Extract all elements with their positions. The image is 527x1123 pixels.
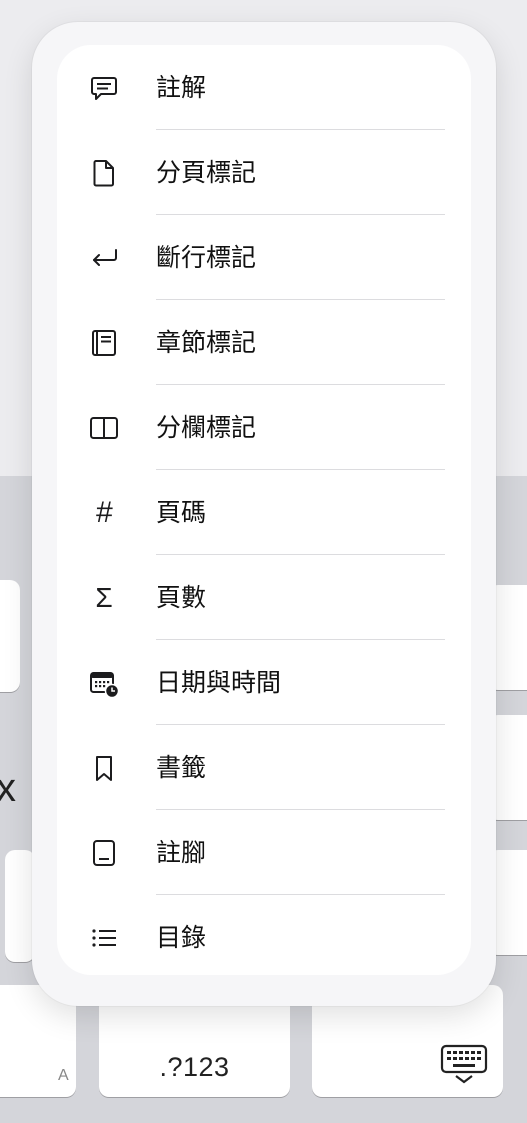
hash-icon: # xyxy=(95,496,113,529)
menu-item-line-break[interactable]: 斷行標記 xyxy=(57,215,471,300)
menu-item-page-number[interactable]: # 頁碼 xyxy=(57,470,471,555)
keyboard-key-char: x xyxy=(0,766,16,810)
footnote-icon xyxy=(89,838,119,868)
menu-item-table-of-contents[interactable]: 目錄 xyxy=(57,895,471,975)
menu-item-column-break[interactable]: 分欄標記 xyxy=(57,385,471,470)
menu-item-label: 頁碼 xyxy=(156,499,207,527)
keyboard-key-hint: A xyxy=(58,1067,69,1084)
menu-item-label: 目錄 xyxy=(156,924,207,952)
sigma-icon: Σ xyxy=(95,582,113,613)
page-break-icon xyxy=(89,158,119,188)
numbers-key-label: .?123 xyxy=(159,1051,230,1082)
menu-item-label: 分頁標記 xyxy=(156,159,257,187)
menu-item-label: 註腳 xyxy=(156,839,207,867)
column-break-icon xyxy=(89,413,119,443)
menu-item-label: 分欄標記 xyxy=(156,414,257,442)
menu-item-comment[interactable]: 註解 xyxy=(57,45,471,130)
menu-item-label: 日期與時間 xyxy=(156,669,282,697)
calendar-clock-icon xyxy=(89,668,119,698)
list-icon xyxy=(89,923,119,953)
menu-item-label: 斷行標記 xyxy=(156,244,257,272)
menu-item-label: 頁數 xyxy=(156,584,207,612)
menu-item-date-time[interactable]: 日期與時間 xyxy=(57,640,471,725)
section-break-icon xyxy=(89,328,119,358)
keyboard-key-left-row3[interactable] xyxy=(5,850,35,962)
menu-item-footnote[interactable]: 註腳 xyxy=(57,810,471,895)
menu-item-label: 章節標記 xyxy=(156,329,257,357)
menu-item-section-break[interactable]: 章節標記 xyxy=(57,300,471,385)
menu-item-page-break[interactable]: 分頁標記 xyxy=(57,130,471,215)
menu-item-label: 書籤 xyxy=(156,754,207,782)
menu-item-label: 註解 xyxy=(156,74,207,102)
keyboard-key-left-row1[interactable] xyxy=(0,580,20,692)
menu-item-page-count[interactable]: Σ 頁數 xyxy=(57,555,471,640)
menu-item-bookmark[interactable]: 書籤 xyxy=(57,725,471,810)
bookmark-icon xyxy=(89,753,119,783)
insert-menu: 註解 分頁標記 斷行標記 章節標記 分欄標記 # 頁碼 Σ 頁數 日期與時間 書… xyxy=(57,45,471,975)
keyboard-dismiss-icon xyxy=(440,1044,488,1084)
comment-icon xyxy=(89,73,119,103)
line-break-icon xyxy=(89,243,119,273)
